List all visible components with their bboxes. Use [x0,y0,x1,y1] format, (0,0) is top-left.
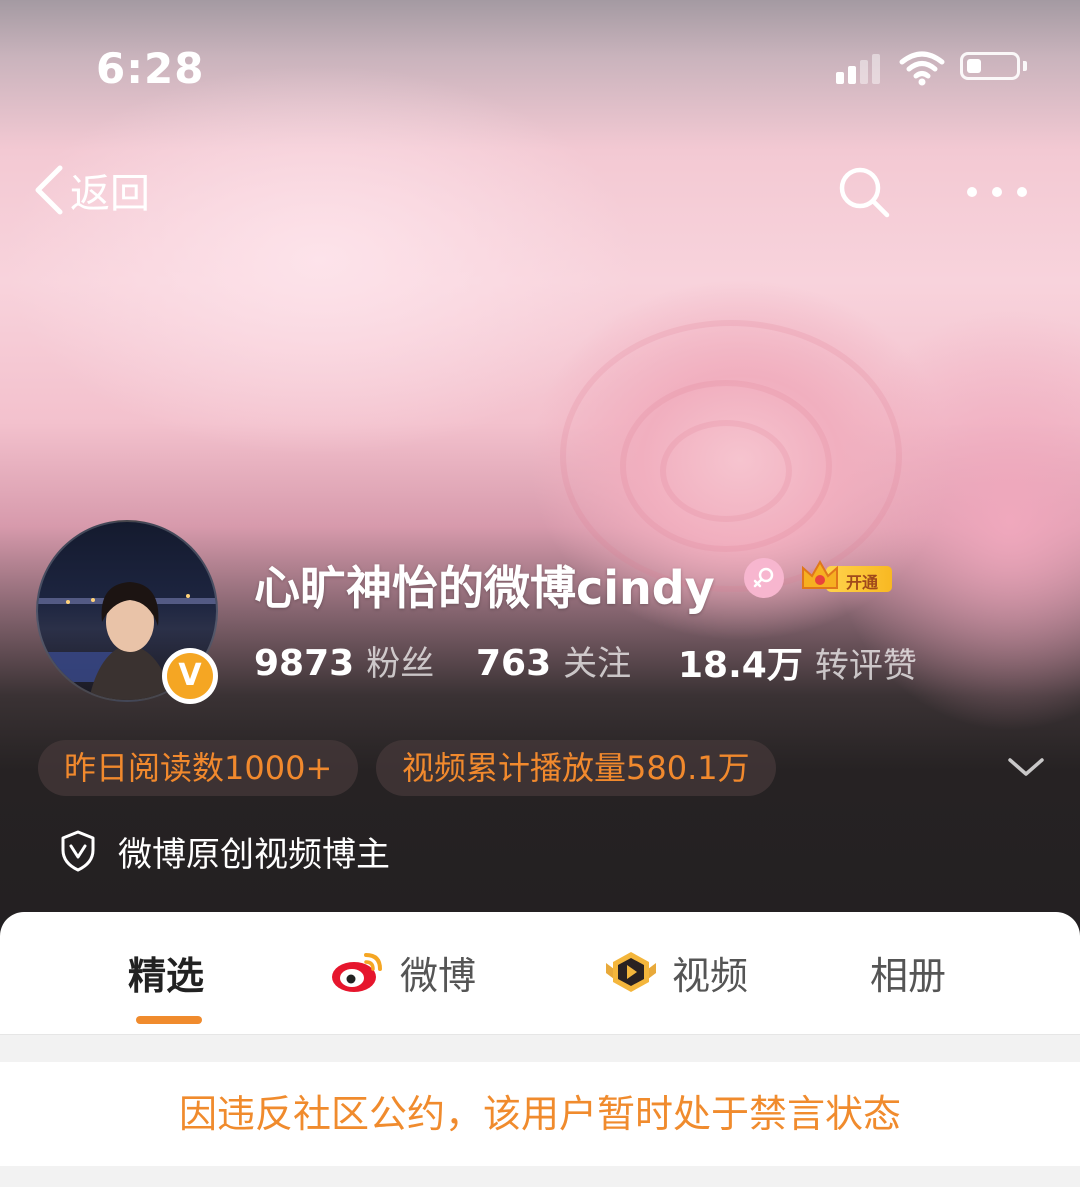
video-play-icon [606,952,656,992]
stat-label: 粉丝 [366,644,435,684]
cellular-signal-icon [836,52,886,84]
stat-label: 关注 [563,644,632,684]
vip-label: 开通 [846,573,879,592]
female-icon [744,558,784,598]
tab-label: 相册 [870,953,947,998]
search-icon [839,167,890,218]
stat-followers[interactable]: 9873 粉丝 [254,636,434,685]
weibo-logo-icon [332,953,382,992]
more-dots-icon [967,187,1027,197]
stat-value: 763 [476,643,552,684]
tab-weibo[interactable]: 微博 [330,942,476,1002]
status-time: 6:28 [96,44,205,93]
tab-video[interactable]: 视频 [602,942,748,1002]
more-button[interactable] [962,168,1032,216]
search-button[interactable] [836,164,892,220]
back-label: 返回 [70,171,150,217]
content-tabs: 精选 微博 视频 相册 [0,912,1080,1035]
status-bar: 6:28 [0,0,1080,130]
shield-v-icon [61,830,95,872]
profile-banner [0,0,1080,940]
stat-label: 转评赞 [814,646,917,686]
active-tab-indicator [136,1016,202,1024]
crown-icon [802,559,838,589]
stat-following[interactable]: 763 关注 [476,636,631,685]
certification: 微博原创视频博主 [60,826,390,876]
tab-featured[interactable]: 精选 [128,942,204,1002]
tag-video-plays[interactable]: 视频累计播放量580.1万 [376,740,776,796]
top-nav: 返回 [0,150,1080,240]
tab-label: 微博 [400,953,477,998]
certification-label: 微博原创视频博主 [118,834,390,875]
tab-label: 精选 [128,953,205,998]
battery-icon [960,52,1027,80]
chevron-left-icon [35,165,63,215]
stat-value: 18.4万 [678,645,803,686]
username: 心旷神怡的微博cindy [254,561,715,615]
tab-label: 视频 [672,953,749,998]
stat-interactions[interactable]: 18.4万 转评赞 [678,636,917,688]
tag-yesterday-reads[interactable]: 昨日阅读数1000+ [38,740,359,796]
vip-open-button[interactable]: 开通 [800,558,894,596]
tab-album[interactable]: 相册 [870,942,946,1002]
expand-button[interactable] [1006,752,1046,782]
wifi-icon [899,51,945,86]
stat-value: 9873 [254,643,355,684]
back-button[interactable]: 返回 [30,160,150,220]
verified-v-icon: V [162,648,218,704]
chevron-down-icon [1008,758,1044,776]
ban-notice: 因违反社区公约，该用户暂时处于禁言状态 [0,1062,1080,1166]
